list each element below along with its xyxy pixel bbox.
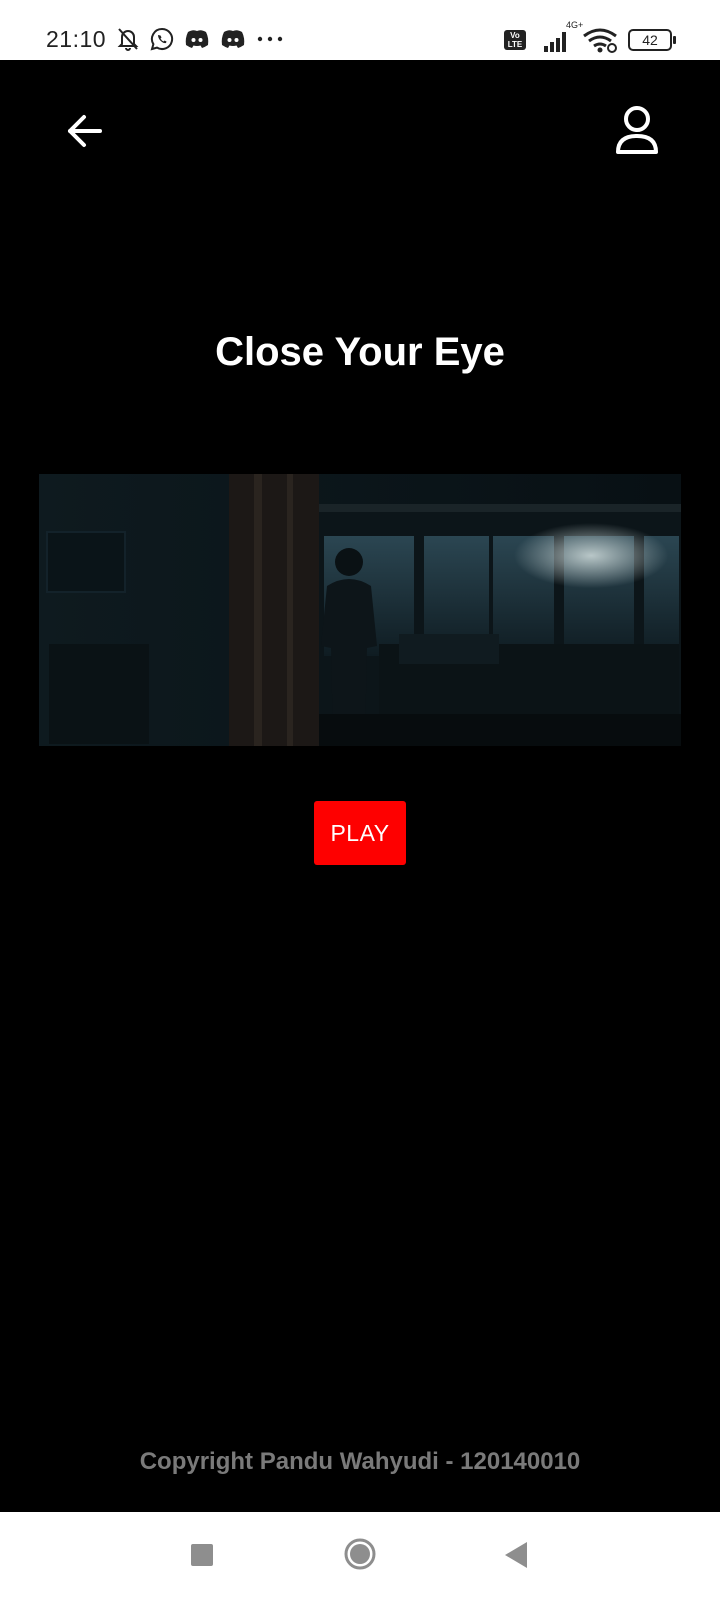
battery-indicator: 42 bbox=[628, 29, 676, 51]
more-dots-icon bbox=[257, 36, 283, 42]
play-button[interactable]: PLAY bbox=[314, 801, 406, 865]
status-time: 21:10 bbox=[46, 25, 107, 52]
circle-icon bbox=[344, 1538, 376, 1570]
signal-group: 4G+ bbox=[536, 20, 583, 54]
status-left: 21:10 bbox=[46, 22, 284, 56]
system-back-button[interactable] bbox=[503, 1540, 529, 1570]
page-title: Close Your Eye bbox=[215, 330, 505, 374]
signal-icon bbox=[544, 32, 566, 52]
app-screen: 21:10 Vo LTE 4G+ 42 Close Your Eye PLAY … bbox=[0, 0, 720, 1600]
recent-apps-button[interactable] bbox=[191, 1544, 213, 1566]
volte-badge: Vo LTE bbox=[504, 30, 526, 50]
status-bar: 21:10 Vo LTE 4G+ 42 bbox=[0, 0, 720, 60]
status-right: Vo LTE 4G+ 42 bbox=[504, 20, 676, 56]
back-button[interactable] bbox=[60, 106, 110, 156]
arrow-left-icon bbox=[68, 115, 102, 147]
user-icon bbox=[616, 106, 658, 154]
triangle-back-icon bbox=[505, 1542, 527, 1568]
bell-off-icon bbox=[117, 28, 139, 51]
discord-icon bbox=[185, 30, 209, 48]
discord-icon bbox=[221, 30, 245, 48]
whatsapp-icon bbox=[150, 27, 174, 51]
home-button[interactable] bbox=[344, 1538, 376, 1570]
profile-button[interactable] bbox=[612, 104, 662, 158]
system-nav-bar bbox=[0, 1512, 720, 1600]
video-player[interactable] bbox=[39, 474, 681, 746]
video-thumbnail bbox=[39, 474, 681, 746]
wifi-icon bbox=[583, 28, 617, 53]
copyright-text: Copyright Pandu Wahyudi - 120140010 bbox=[139, 1448, 581, 1475]
